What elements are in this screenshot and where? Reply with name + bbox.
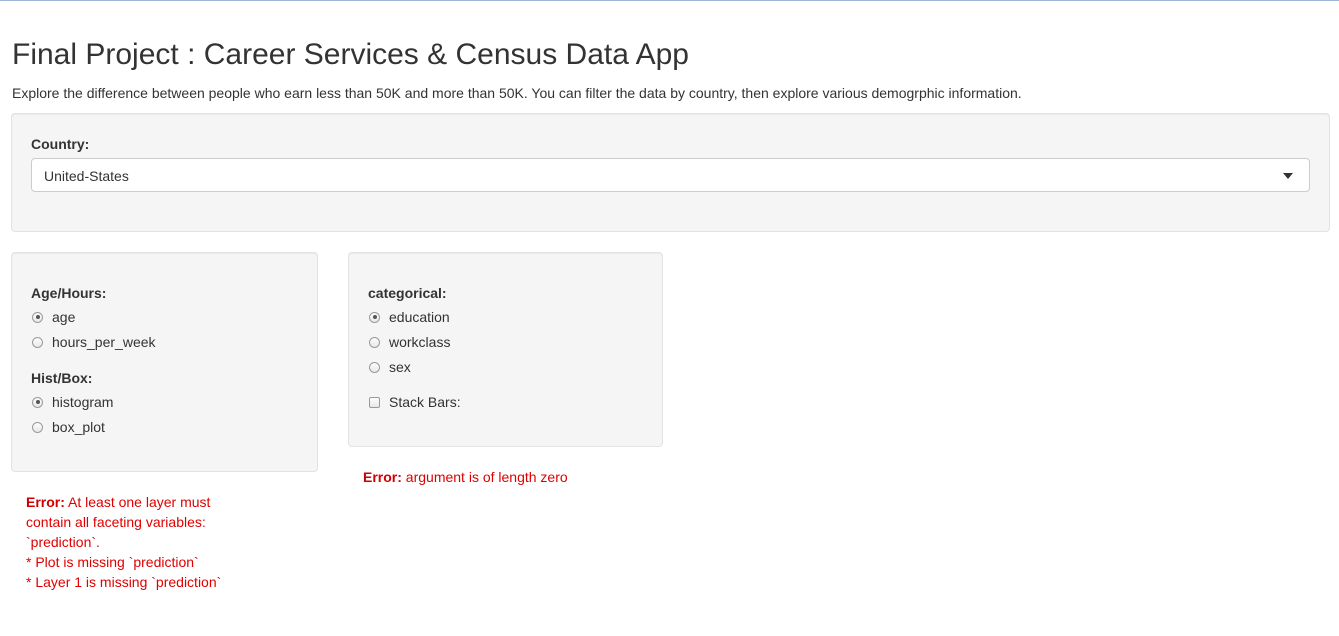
radio-button[interactable] — [369, 311, 380, 323]
radio-button[interactable] — [369, 361, 380, 373]
radio-option-histogram[interactable]: histogram — [32, 393, 113, 411]
error-prefix: Error: — [26, 494, 65, 510]
radio-label: workclass — [389, 334, 451, 350]
country-label: Country: — [31, 136, 90, 152]
plot-error-message: Error: At least one layer must contain a… — [26, 492, 266, 592]
age-hours-label: Age/Hours: — [31, 285, 107, 301]
radio-option-workclass[interactable]: workclass — [369, 333, 450, 351]
radio-option-education[interactable]: education — [369, 308, 450, 326]
radio-button[interactable] — [32, 396, 43, 408]
error-line: At least one layer must — [68, 494, 211, 510]
categorical-error-message: Error: argument is of length zero — [363, 467, 568, 487]
radio-label: sex — [389, 359, 411, 375]
page-subtitle: Explore the difference between people wh… — [12, 85, 1022, 101]
radio-button[interactable] — [32, 311, 43, 323]
error-prefix: Error: — [363, 469, 402, 485]
country-select[interactable]: United-States — [31, 158, 1310, 192]
top-border — [0, 0, 1339, 1]
error-line: `prediction`. — [26, 534, 100, 550]
error-line: * Plot is missing `prediction` — [26, 554, 199, 570]
hist-box-label: Hist/Box: — [31, 370, 93, 386]
radio-option-age[interactable]: age — [32, 308, 75, 326]
chevron-down-icon[interactable] — [1283, 173, 1293, 179]
radio-button[interactable] — [369, 336, 380, 348]
categorical-label: categorical: — [368, 285, 447, 301]
radio-option-box-plot[interactable]: box_plot — [32, 418, 105, 436]
error-line: * Layer 1 is missing `prediction` — [26, 574, 222, 590]
radio-button[interactable] — [32, 336, 43, 348]
radio-button[interactable] — [32, 421, 43, 433]
radio-label: histogram — [52, 394, 114, 410]
age-hours-panel: Age/Hours: age hours_per_week Hist/Box: … — [11, 252, 318, 472]
radio-option-hours-per-week[interactable]: hours_per_week — [32, 333, 156, 351]
country-panel: Country: United-States — [11, 113, 1330, 232]
stack-bars-checkbox[interactable]: Stack Bars: — [369, 393, 461, 411]
radio-label: age — [52, 309, 76, 325]
radio-label: box_plot — [52, 419, 105, 435]
radio-option-sex[interactable]: sex — [369, 358, 411, 376]
checkbox[interactable] — [369, 396, 380, 408]
error-text: argument is of length zero — [405, 469, 568, 485]
page-title: Final Project : Career Services & Census… — [12, 38, 689, 71]
radio-label: hours_per_week — [52, 334, 156, 350]
categorical-panel: categorical: education workclass sex Sta… — [348, 252, 663, 447]
error-line: contain all faceting variables: — [26, 514, 206, 530]
radio-label: education — [389, 309, 450, 325]
country-select-value: United-States — [44, 168, 129, 184]
stack-bars-label: Stack Bars: — [389, 394, 461, 410]
